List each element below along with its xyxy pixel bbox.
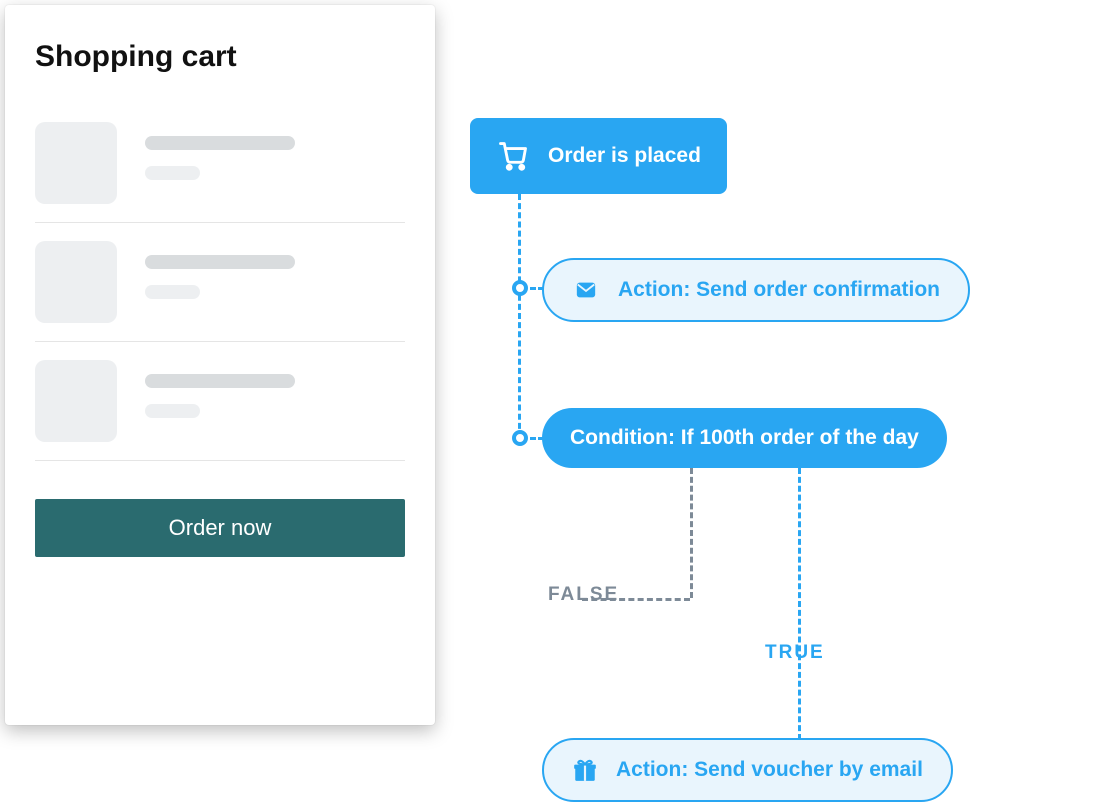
mail-icon <box>572 279 600 301</box>
item-thumbnail <box>35 241 117 323</box>
placeholder-line <box>145 404 200 418</box>
placeholder-line <box>145 285 200 299</box>
placeholder-line <box>145 255 295 269</box>
item-text <box>145 122 405 180</box>
trigger-label: Order is placed <box>548 144 701 168</box>
item-thumbnail <box>35 122 117 204</box>
condition-node[interactable]: Condition: If 100th order of the day <box>542 408 947 468</box>
order-now-button[interactable]: Order now <box>35 499 405 557</box>
placeholder-line <box>145 166 200 180</box>
workflow-diagram: FALSE TRUE Order is placed Action: Send … <box>440 0 1110 810</box>
condition-label: Condition: If 100th order of the day <box>570 426 919 450</box>
connector-line <box>518 194 521 438</box>
action-label: Action: Send order confirmation <box>618 278 940 302</box>
shopping-cart-card: Shopping cart Order now <box>5 5 435 725</box>
action-node-send-confirmation[interactable]: Action: Send order confirmation <box>542 258 970 322</box>
cart-item <box>35 104 405 223</box>
branch-dot <box>512 280 528 296</box>
item-text <box>145 360 405 418</box>
action-label: Action: Send voucher by email <box>616 758 923 782</box>
gift-icon <box>572 757 598 783</box>
true-branch-line <box>798 468 801 740</box>
placeholder-line <box>145 374 295 388</box>
trigger-node[interactable]: Order is placed <box>470 118 727 194</box>
cart-icon <box>496 141 530 171</box>
cart-title: Shopping cart <box>35 40 405 74</box>
true-branch-label: TRUE <box>765 642 825 664</box>
false-branch-line <box>690 468 693 598</box>
false-branch-label: FALSE <box>548 584 619 606</box>
cart-item <box>35 223 405 342</box>
cart-item <box>35 342 405 461</box>
action-node-send-voucher[interactable]: Action: Send voucher by email <box>542 738 953 802</box>
placeholder-line <box>145 136 295 150</box>
item-text <box>145 241 405 299</box>
branch-dot <box>512 430 528 446</box>
item-thumbnail <box>35 360 117 442</box>
